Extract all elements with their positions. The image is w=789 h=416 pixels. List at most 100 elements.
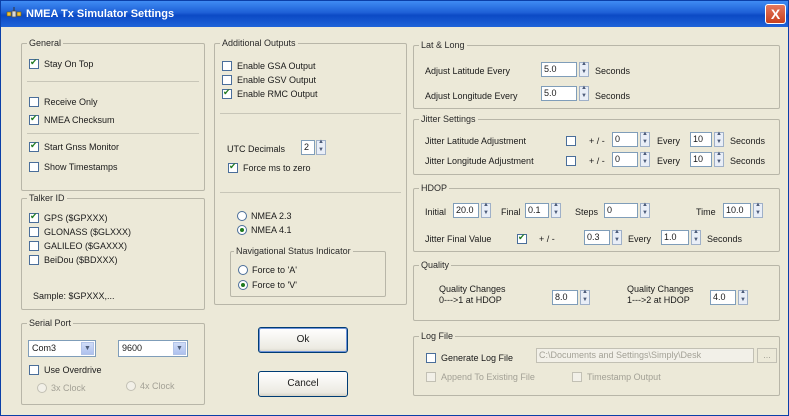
force-a-label: Force to 'A': [252, 265, 297, 275]
jitter-longitude-value: 0: [615, 154, 621, 164]
hdop-initial-field[interactable]: 20.0: [453, 203, 479, 218]
adjust-longitude-value: 5.0: [544, 88, 557, 98]
hdop-initial-spinner[interactable]: [481, 202, 491, 218]
ok-button[interactable]: Ok: [258, 327, 348, 353]
log-path-field[interactable]: C:\Documents and Settings\Simply\Desk: [536, 348, 754, 363]
talker-gps-label: GPS ($GPXXX): [44, 213, 108, 223]
adjust-longitude-field[interactable]: 5.0: [541, 86, 577, 101]
jitter-latitude-every-spinner[interactable]: [714, 131, 724, 147]
satellite-icon: [6, 7, 22, 18]
hdop-jitter-spinner[interactable]: [612, 229, 622, 245]
cancel-button[interactable]: Cancel: [258, 371, 348, 397]
hdop-time-label: Time: [696, 207, 716, 217]
longitude-unit-label: Seconds: [595, 91, 631, 101]
jitter-latitude-value: 0: [615, 134, 621, 144]
hdop-time-value: 10.0: [726, 205, 744, 215]
hdop-steps-value: 0: [607, 205, 613, 215]
browse-button[interactable]: ...: [757, 348, 777, 363]
utc-decimals-spinner[interactable]: [316, 139, 326, 155]
quality-legend: Quality: [419, 260, 452, 270]
close-icon: X: [770, 6, 781, 22]
quality-change-2-field[interactable]: 4.0: [710, 290, 736, 305]
hdop-steps-field[interactable]: 0: [604, 203, 638, 218]
show-timestamps-checkbox[interactable]: [29, 162, 39, 172]
hdop-steps-spinner[interactable]: [640, 202, 650, 218]
hdop-final-field[interactable]: 0.1: [525, 203, 549, 218]
jitter-latitude-checkbox[interactable]: [566, 136, 576, 146]
nmea-checksum-checkbox[interactable]: [29, 113, 39, 125]
receive-only-checkbox[interactable]: [29, 97, 39, 107]
nmea-41-radio[interactable]: [237, 225, 247, 235]
general-legend: General: [27, 38, 64, 48]
jitter-settings-legend: Jitter Settings: [419, 114, 478, 124]
gsv-output-checkbox[interactable]: [222, 75, 232, 85]
quality-change-1-field[interactable]: 8.0: [552, 290, 578, 305]
adjust-latitude-spinner[interactable]: [579, 61, 589, 77]
hdop-final-label: Final: [501, 207, 521, 217]
hdop-final-spinner[interactable]: [551, 202, 561, 218]
adjust-longitude-spinner[interactable]: [579, 85, 589, 101]
use-overdrive-checkbox[interactable]: [29, 365, 39, 375]
talker-beidou-checkbox[interactable]: [29, 255, 39, 265]
rmc-output-checkbox[interactable]: [222, 87, 232, 99]
jitter-latitude-label: Jitter Latitude Adjustment: [425, 136, 527, 146]
hdop-time-spinner[interactable]: [753, 202, 763, 218]
adjust-latitude-field[interactable]: 5.0: [541, 62, 577, 77]
talker-galileo-label: GALILEO ($GAXXX): [44, 241, 128, 251]
quality-change-2-value: 4.0: [713, 292, 726, 302]
close-button[interactable]: X: [765, 4, 786, 24]
rmc-output-label: Enable RMC Output: [237, 89, 318, 99]
hdop-every-field[interactable]: 1.0: [661, 230, 689, 245]
timestamp-output-checkbox[interactable]: [572, 372, 582, 382]
quality-change-1-line1: Quality Changes: [439, 284, 506, 294]
force-v-radio[interactable]: [238, 280, 248, 290]
force-a-radio[interactable]: [238, 265, 248, 275]
jitter-longitude-every-field[interactable]: 10: [690, 152, 712, 167]
jitter-longitude-pm: + / -: [589, 156, 605, 166]
utc-decimals-field[interactable]: 2: [301, 140, 315, 155]
talker-glonass-checkbox[interactable]: [29, 227, 39, 237]
jitter-latitude-every-field[interactable]: 10: [690, 132, 712, 147]
title-bar: NMEA Tx Simulator Settings X: [1, 1, 788, 27]
quality-change-1-spinner[interactable]: [580, 289, 590, 305]
log-path-value: C:\Documents and Settings\Simply\Desk: [539, 350, 702, 360]
baud-rate-select[interactable]: 9600 ▼: [118, 340, 188, 357]
hdop-jitter-checkbox[interactable]: [517, 232, 527, 244]
hdop-initial-label: Initial: [425, 207, 447, 217]
start-gnss-monitor-label: Start Gnss Monitor: [44, 142, 120, 152]
jitter-longitude-label: Jitter Longitude Adjustment: [425, 156, 534, 166]
utc-decimals-value: 2: [304, 142, 310, 152]
jitter-longitude-checkbox[interactable]: [566, 156, 576, 166]
talker-beidou-label: BeiDou ($BDXXX): [44, 255, 118, 265]
hdop-every-spinner[interactable]: [691, 229, 701, 245]
jitter-longitude-spinner[interactable]: [640, 151, 650, 167]
talker-gps-checkbox[interactable]: [29, 211, 39, 223]
timestamp-output-label: Timestamp Output: [587, 372, 661, 382]
jitter-longitude-every-spinner[interactable]: [714, 151, 724, 167]
jitter-longitude-field[interactable]: 0: [612, 152, 638, 167]
stay-on-top-checkbox[interactable]: [29, 57, 39, 69]
generate-log-checkbox[interactable]: [426, 353, 436, 363]
adjust-latitude-label: Adjust Latitude Every: [425, 66, 511, 76]
hdop-time-field[interactable]: 10.0: [723, 203, 751, 218]
overdrive-radio-1[interactable]: [37, 383, 47, 393]
outputs-divider-2: [220, 192, 401, 193]
hdop-steps-label: Steps: [575, 207, 599, 217]
generate-log-label: Generate Log File: [441, 353, 514, 363]
hdop-jitter-field[interactable]: 0.3: [584, 230, 610, 245]
com-port-select[interactable]: Com3 ▼: [28, 340, 96, 357]
jitter-latitude-pm: + / -: [589, 136, 605, 146]
log-file-legend: Log File: [419, 331, 456, 341]
jitter-latitude-spinner[interactable]: [640, 131, 650, 147]
jitter-latitude-field[interactable]: 0: [612, 132, 638, 147]
gsv-output-label: Enable GSV Output: [237, 75, 317, 85]
force-ms-zero-checkbox[interactable]: [228, 161, 238, 173]
baud-rate-value: 9600: [122, 343, 143, 353]
talker-galileo-checkbox[interactable]: [29, 241, 39, 251]
nmea-23-radio[interactable]: [237, 211, 247, 221]
start-gnss-monitor-checkbox[interactable]: [29, 140, 39, 152]
append-file-checkbox[interactable]: [426, 372, 436, 382]
overdrive-radio-2[interactable]: [126, 381, 136, 391]
quality-change-2-spinner[interactable]: [738, 289, 748, 305]
gsa-output-checkbox[interactable]: [222, 61, 232, 71]
